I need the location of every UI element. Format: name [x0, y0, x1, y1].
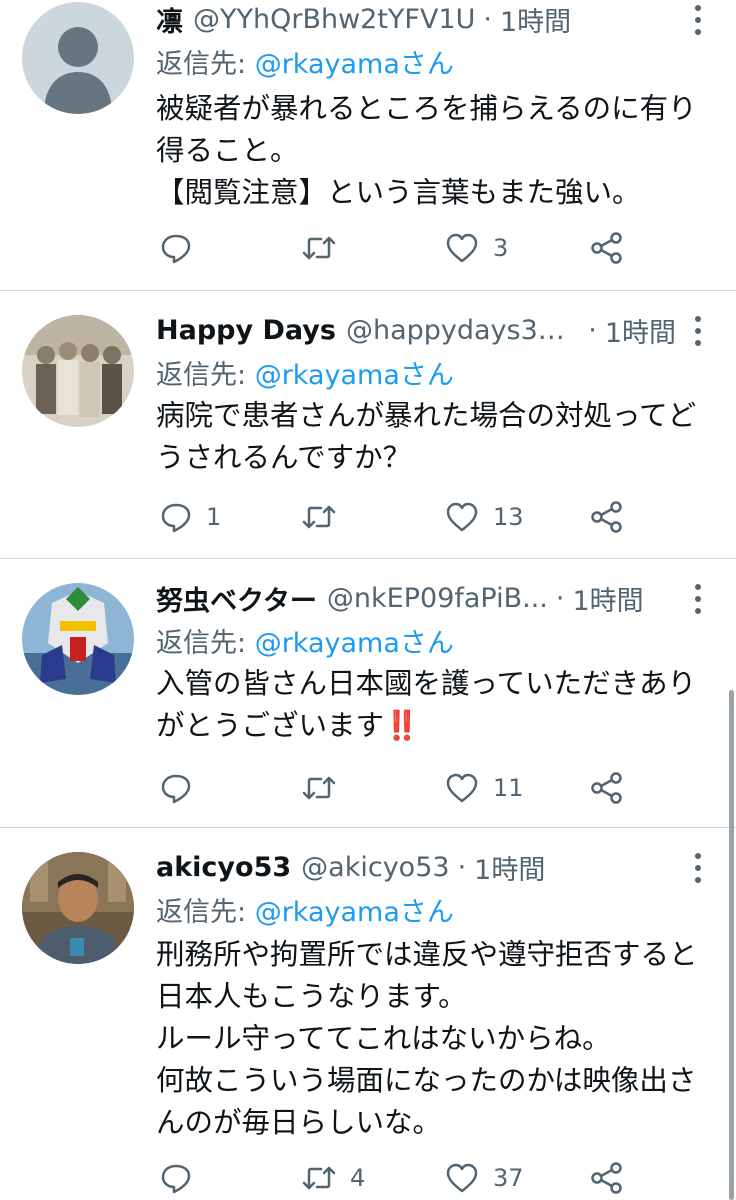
man-photo-avatar-icon	[22, 852, 134, 964]
user-handle[interactable]: @happydays30...	[346, 315, 580, 346]
like-count: 11	[493, 774, 524, 802]
like-button[interactable]: 13	[445, 497, 524, 537]
reply-prefix: 返信先:	[156, 49, 255, 80]
tweet-3[interactable]: 努虫ベクター @nkEP09faPiB... · 1時間 返信先: @rkaya…	[0, 559, 736, 827]
reply-count: 1	[206, 503, 222, 531]
like-count: 37	[493, 1164, 524, 1192]
separator: ·	[588, 314, 597, 346]
share-button[interactable]	[590, 497, 624, 537]
reply-prefix: 返信先:	[156, 628, 255, 659]
retweet-button[interactable]: 4	[302, 1158, 365, 1198]
reply-prefix: 返信先:	[156, 897, 255, 928]
retweet-button[interactable]	[302, 228, 350, 268]
default-avatar-icon	[22, 2, 134, 114]
reply-context: 返信先: @rkayamaさん	[156, 353, 454, 392]
user-handle[interactable]: @nkEP09faPiB...	[327, 583, 548, 614]
tweet-4[interactable]: akicyo53 @akicyo53 · 1時間 返信先: @rkayamaさん…	[0, 828, 736, 1200]
timestamp[interactable]: 1時間	[500, 0, 571, 38]
more-icon[interactable]	[694, 5, 702, 35]
more-icon[interactable]	[694, 584, 702, 614]
double-exclamation-emoji: ‼️	[384, 709, 420, 742]
more-icon[interactable]	[694, 316, 702, 346]
speech-bubble-icon	[161, 503, 191, 533]
like-button[interactable]: 3	[445, 228, 508, 268]
timestamp[interactable]: 1時間	[605, 311, 676, 349]
avatar[interactable]	[22, 2, 134, 114]
tweet-header: 努虫ベクター @nkEP09faPiB... · 1時間	[156, 579, 676, 617]
separator: ·	[555, 582, 565, 614]
reply-context: 返信先: @rkayamaさん	[156, 42, 454, 81]
heart-icon	[446, 773, 478, 803]
reply-button[interactable]	[160, 228, 206, 268]
reply-button[interactable]: 1	[160, 497, 221, 537]
display-name[interactable]: Happy Days	[156, 315, 336, 346]
tweet-text: 病院で患者さんが暴れた場合の対処ってどうされるんですか？	[156, 399, 697, 474]
tweet-text: 被疑者が暴れるところを捕らえるのに有り得ること。 【閲覧注意】という言葉もまた強…	[156, 92, 697, 209]
more-icon[interactable]	[694, 853, 702, 883]
user-handle[interactable]: @akicyo53	[301, 852, 449, 883]
reply-to-link[interactable]: @rkayamaさん	[255, 360, 454, 391]
retweet-arrows-icon	[302, 236, 336, 260]
retweet-button[interactable]	[302, 497, 350, 537]
avatar[interactable]	[22, 583, 134, 695]
share-nodes-icon	[591, 501, 622, 533]
reply-context: 返信先: @rkayamaさん	[156, 621, 454, 660]
tweet-text-body: 入管の皆さん日本國を護っていただきありがとうございます	[156, 667, 697, 742]
separator: ·	[483, 3, 492, 35]
share-nodes-icon	[591, 772, 622, 804]
like-count: 13	[493, 503, 524, 531]
action-bar: 11	[156, 768, 656, 808]
retweet-count: 4	[350, 1164, 366, 1192]
tweet-header: Happy Days @happydays30... · 1時間	[156, 311, 676, 349]
speech-bubble-icon	[161, 234, 191, 264]
action-bar: 1 13	[156, 497, 656, 537]
reply-button[interactable]	[160, 768, 206, 808]
action-bar: 4 37	[156, 1158, 656, 1198]
user-handle[interactable]: @YYhQrBhw2tYFV1U	[193, 4, 475, 35]
timestamp[interactable]: 1時間	[474, 848, 545, 886]
retweet-arrows-icon	[302, 776, 336, 800]
share-button[interactable]	[590, 1158, 624, 1198]
heart-icon	[446, 233, 478, 263]
tweet-header: akicyo53 @akicyo53 · 1時間	[156, 848, 676, 886]
like-button[interactable]: 37	[445, 1158, 524, 1198]
like-count: 3	[493, 234, 509, 262]
timestamp[interactable]: 1時間	[572, 579, 643, 617]
display-name[interactable]: 凛	[156, 0, 183, 38]
retweet-button[interactable]	[302, 768, 350, 808]
separator: ·	[457, 851, 467, 883]
tweet-1[interactable]: 凛 @YYhQrBhw2tYFV1U · 1時間 返信先: @rkayamaさん…	[0, 0, 736, 290]
display-name[interactable]: akicyo53	[156, 852, 291, 883]
like-button[interactable]: 11	[445, 768, 524, 808]
reply-prefix: 返信先:	[156, 360, 255, 391]
vintage-photo-avatar-icon	[22, 315, 134, 427]
retweet-arrows-icon	[302, 505, 336, 529]
avatar[interactable]	[22, 315, 134, 427]
retweet-arrows-icon	[302, 1166, 336, 1190]
tweet-text: 刑務所や拘置所では違反や遵守拒否すると日本人もこうなります。 ルール守っててこれ…	[156, 938, 698, 1139]
reply-to-link[interactable]: @rkayamaさん	[255, 49, 454, 80]
heart-icon	[446, 1163, 478, 1193]
action-bar: 3	[156, 228, 656, 268]
speech-bubble-icon	[161, 1164, 191, 1194]
reply-button[interactable]	[160, 1158, 206, 1198]
display-name[interactable]: 努虫ベクター	[156, 579, 317, 617]
reply-to-link[interactable]: @rkayamaさん	[255, 628, 454, 659]
reply-to-link[interactable]: @rkayamaさん	[255, 897, 454, 928]
share-nodes-icon	[591, 232, 622, 264]
robot-avatar-icon	[22, 583, 134, 695]
tweet-2[interactable]: Happy Days @happydays30... · 1時間 返信先: @r…	[0, 291, 736, 558]
share-button[interactable]	[590, 228, 624, 268]
scrollbar[interactable]	[729, 690, 734, 1200]
tweet-header: 凛 @YYhQrBhw2tYFV1U · 1時間	[156, 0, 676, 38]
avatar[interactable]	[22, 852, 134, 964]
speech-bubble-icon	[161, 774, 191, 804]
reply-context: 返信先: @rkayamaさん	[156, 890, 454, 929]
heart-icon	[446, 502, 478, 532]
tweet-text: 入管の皆さん日本國を護っていただきありがとうございます‼️	[156, 663, 706, 747]
share-button[interactable]	[590, 768, 624, 808]
share-nodes-icon	[591, 1162, 622, 1194]
